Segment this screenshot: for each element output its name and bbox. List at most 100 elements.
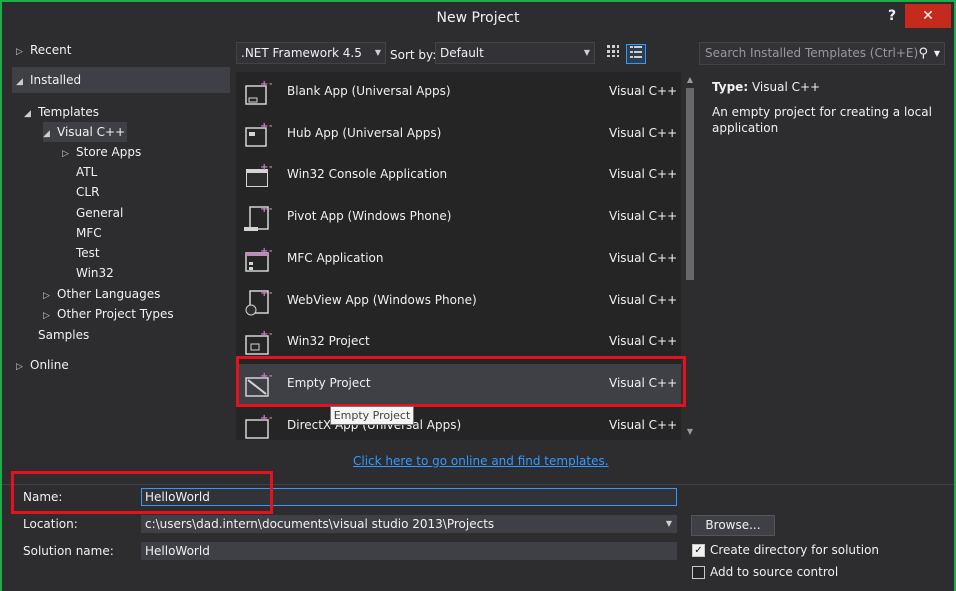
new-project-dialog: New Project ? ✕ ▷ Recent ◢ Installed ◢ Temp… xyxy=(0,0,956,591)
create-directory-label: Create directory for solution xyxy=(710,543,880,557)
tree-item-other-project-types[interactable]: ▷ Other Project Types xyxy=(43,304,174,324)
tree-item-mfc[interactable]: MFC xyxy=(76,223,102,243)
tree-item-label: Installed xyxy=(30,73,82,87)
template-language: Visual C++ xyxy=(609,417,678,432)
tree-item-samples[interactable]: Samples xyxy=(38,325,89,345)
tree-item-label: Templates xyxy=(38,105,100,119)
template-name: WebView App (Windows Phone) xyxy=(287,292,477,307)
tree-item-label: Visual C++ xyxy=(57,125,126,139)
tree-item-general[interactable]: General xyxy=(76,203,123,223)
template-name: MFC Application xyxy=(287,250,384,265)
list-view-icon[interactable] xyxy=(626,44,646,64)
small-icons-view-icon[interactable] xyxy=(603,44,623,64)
template-row[interactable]: ++ MFC Application Visual C++ xyxy=(236,239,681,281)
svg-text:++: ++ xyxy=(260,329,272,340)
svg-text:++: ++ xyxy=(260,162,272,173)
source-control-option[interactable]: Add to source control xyxy=(692,565,838,579)
close-button[interactable]: ✕ xyxy=(905,4,951,28)
location-label: Location: xyxy=(23,517,78,531)
sort-by-label: Sort by: xyxy=(390,48,437,62)
console-app-icon: ++ xyxy=(242,161,277,191)
create-directory-checkbox[interactable]: ✓ xyxy=(692,544,705,557)
help-button[interactable]: ? xyxy=(882,6,902,26)
template-row[interactable]: ++ Blank App (Universal Apps) Visual C++ xyxy=(236,72,681,114)
online-templates-link[interactable]: Click here to go online and find templat… xyxy=(353,454,609,468)
template-description: An empty project for creating a local ap… xyxy=(712,105,932,135)
template-language: Visual C++ xyxy=(609,334,678,349)
title-bar: New Project ? ✕ xyxy=(2,2,954,34)
template-name: Pivot App (Windows Phone) xyxy=(287,209,452,224)
template-row[interactable]: ++ WebView App (Windows Phone) Visual C++ xyxy=(236,281,681,323)
template-language: Visual C++ xyxy=(609,125,678,140)
template-name: Win32 Project xyxy=(287,334,370,349)
scroll-thumb[interactable] xyxy=(686,88,694,280)
tree-item-recent[interactable]: ▷ Recent xyxy=(16,40,71,60)
browse-button[interactable]: Browse... xyxy=(691,515,775,536)
search-icon[interactable]: ⚲ xyxy=(918,43,928,64)
framework-value: .NET Framework 4.5 xyxy=(241,46,362,60)
svg-text:++: ++ xyxy=(260,288,272,299)
scroll-up-icon[interactable]: ▲ xyxy=(681,72,699,88)
svg-text:++: ++ xyxy=(260,79,272,90)
tree-item-installed[interactable]: ◢ Installed xyxy=(16,70,81,90)
template-row[interactable]: ++ Win32 Console Application Visual C++ xyxy=(236,155,681,197)
chevron-down-icon: ▼ xyxy=(374,48,381,57)
template-type: Type: Visual C++ xyxy=(712,80,820,94)
expand-arrow-icon: ▷ xyxy=(62,149,69,159)
chevron-down-icon[interactable]: ▼ xyxy=(934,43,940,64)
type-value: Visual C++ xyxy=(751,80,821,94)
solution-name-label: Solution name: xyxy=(23,544,114,558)
tree-item-win32[interactable]: Win32 xyxy=(76,263,114,283)
tree-item-label: Online xyxy=(30,358,69,372)
blank-app-icon: ++ xyxy=(242,78,277,108)
template-language: Visual C++ xyxy=(609,250,678,265)
type-label: Type: xyxy=(712,80,749,94)
name-highlight-box xyxy=(11,471,273,514)
tree-item-online[interactable]: ▷ Online xyxy=(16,355,69,375)
template-language: Visual C++ xyxy=(609,167,678,182)
empty-project-highlight-box xyxy=(236,356,686,407)
source-control-checkbox[interactable] xyxy=(692,566,705,579)
search-placeholder: Search Installed Templates (Ctrl+E) xyxy=(705,46,919,60)
template-row[interactable]: ++ Hub App (Universal Apps) Visual C++ xyxy=(236,114,681,156)
solution-name-input[interactable]: HelloWorld xyxy=(141,542,677,560)
svg-text:++: ++ xyxy=(260,121,272,132)
search-templates-input[interactable]: Search Installed Templates (Ctrl+E) ⚲ ▼ xyxy=(699,42,945,65)
sort-value: Default xyxy=(440,46,484,60)
tree-item-atl[interactable]: ATL xyxy=(76,162,97,182)
svg-text:++: ++ xyxy=(260,413,272,424)
template-row[interactable]: ++ Pivot App (Windows Phone) Visual C++ xyxy=(236,197,681,239)
template-name: Blank App (Universal Apps) xyxy=(287,84,451,98)
source-control-label: Add to source control xyxy=(710,565,839,579)
location-input[interactable]: c:\users\dad.intern\documents\visual stu… xyxy=(141,515,677,533)
scroll-down-icon[interactable]: ▼ xyxy=(681,424,699,440)
tree-item-label: Other Languages xyxy=(57,287,161,301)
template-row[interactable]: ++DirectX App (Universal Apps)Visual C++ xyxy=(236,406,681,440)
tree-item-label: Other Project Types xyxy=(57,307,174,321)
template-tree: ▷ Recent ◢ Installed ◢ Templates ◢ Visual C+… xyxy=(2,38,230,474)
tree-item-test[interactable]: Test xyxy=(76,243,100,263)
expand-arrow-icon: ▷ xyxy=(16,362,23,372)
svg-text:++: ++ xyxy=(260,204,272,215)
create-directory-option[interactable]: ✓ Create directory for solution xyxy=(692,543,879,557)
collapse-arrow-icon: ◢ xyxy=(24,109,31,119)
location-value: c:\users\dad.intern\documents\visual stu… xyxy=(145,517,495,531)
hub-app-icon: ++ xyxy=(242,120,277,150)
collapse-arrow-icon: ◢ xyxy=(16,77,23,87)
template-name: Hub App (Universal Apps) xyxy=(287,125,442,140)
tree-item-store-apps[interactable]: ▷ Store Apps xyxy=(62,142,141,162)
tree-item-clr[interactable]: CLR xyxy=(76,182,99,202)
tree-item-templates[interactable]: ◢ Templates xyxy=(24,102,99,122)
template-name: Win32 Console Application xyxy=(287,167,448,182)
directx-app-icon: ++ xyxy=(242,412,277,440)
tree-item-visual-cpp[interactable]: ◢ Visual C++ xyxy=(43,122,128,142)
framework-dropdown[interactable]: .NET Framework 4.5 ▼ xyxy=(236,42,386,64)
template-language: Visual C++ xyxy=(609,292,678,307)
svg-text:++: ++ xyxy=(260,246,272,257)
tree-item-other-languages[interactable]: ▷ Other Languages xyxy=(43,284,160,304)
mfc-app-icon: ++ xyxy=(242,245,277,275)
win32-project-icon: ++ xyxy=(242,328,277,358)
tree-item-label: Recent xyxy=(30,43,72,57)
chevron-down-icon[interactable]: ▼ xyxy=(666,516,672,532)
sort-dropdown[interactable]: Default ▼ xyxy=(435,42,595,64)
